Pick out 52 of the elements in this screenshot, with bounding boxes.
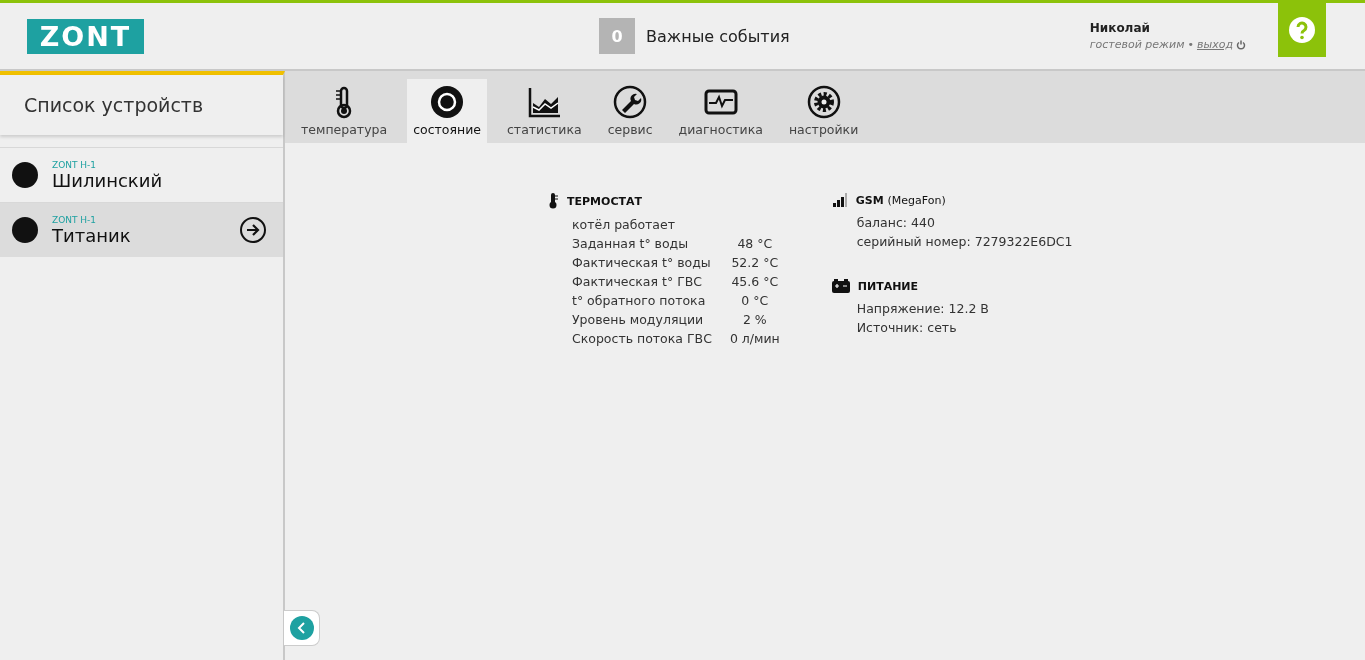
tab[interactable]: сервис [601, 79, 659, 143]
tab[interactable]: температура [295, 79, 394, 143]
parameter-value: 45.6 °C [730, 274, 780, 289]
question-icon [1289, 17, 1315, 43]
parameter-label: Фактическая t° ГВС [572, 274, 704, 289]
info-line: серийный номер: 7279322E6DC1 [856, 234, 1073, 249]
signal-icon [831, 193, 848, 207]
event-count: 0 [599, 18, 635, 54]
section-title: ПИТАНИЕ [857, 279, 919, 293]
device-item[interactable]: ZONT H-1 Титаник [0, 202, 283, 257]
parameter-label: Скорость потока ГВС [572, 331, 712, 346]
logout-link[interactable]: выход [1197, 38, 1233, 51]
parameter-value: 2 % [741, 312, 768, 327]
battery-icon [831, 279, 850, 293]
tab[interactable]: диагностика [672, 79, 769, 143]
sidebar-title: Список устройств [0, 75, 283, 135]
boiler-status: котёл работает [572, 217, 676, 232]
info-line: Напряжение: 12.2 В [856, 301, 990, 316]
wrench-icon [613, 85, 648, 119]
collapse-button[interactable] [284, 610, 320, 646]
parameter-label: Фактическая t° воды [572, 255, 712, 270]
chevron-left-icon [289, 616, 314, 640]
section-title: ТЕРМОСТАТ [567, 194, 642, 208]
device-model: ZONT H-1 [52, 214, 98, 225]
gear-icon [806, 85, 841, 119]
thermometer-icon [547, 193, 559, 209]
parameter-value: 0 л/мин [729, 331, 780, 346]
tab[interactable]: статистика [501, 79, 588, 143]
arrow-right-icon[interactable] [239, 216, 267, 244]
device-name: Титаник [52, 224, 132, 246]
events-label[interactable]: Важные события [646, 26, 790, 46]
info-line: баланс: 440 [856, 215, 936, 230]
device-model: ZONT H-1 [52, 159, 98, 170]
circle-icon [430, 85, 465, 119]
tab[interactable]: состояние [407, 79, 487, 143]
tab[interactable]: настройки [782, 79, 865, 143]
parameter-label: Уровень модуляции [572, 312, 705, 327]
power-icon[interactable] [1236, 39, 1246, 50]
guest-mode-label: гостевой режим [1089, 38, 1185, 51]
parameter-value: 0 °C [740, 293, 770, 308]
chart-icon [527, 85, 562, 119]
user-name: Николай [1089, 21, 1151, 35]
section-title: GSM (MegaFon) [855, 193, 946, 207]
parameter-label: t° обратного потока [572, 293, 707, 308]
info-line: Источник: сеть [856, 320, 958, 335]
separator-dot: • [1187, 38, 1194, 51]
parameter-label: Заданная t° воды [572, 236, 690, 251]
status-dot [12, 217, 38, 243]
device-name: Шилинский [52, 169, 164, 191]
parameter-value: 48 °C [736, 236, 774, 251]
parameter-value: 52.2 °C [730, 255, 780, 270]
status-dot [12, 162, 38, 188]
